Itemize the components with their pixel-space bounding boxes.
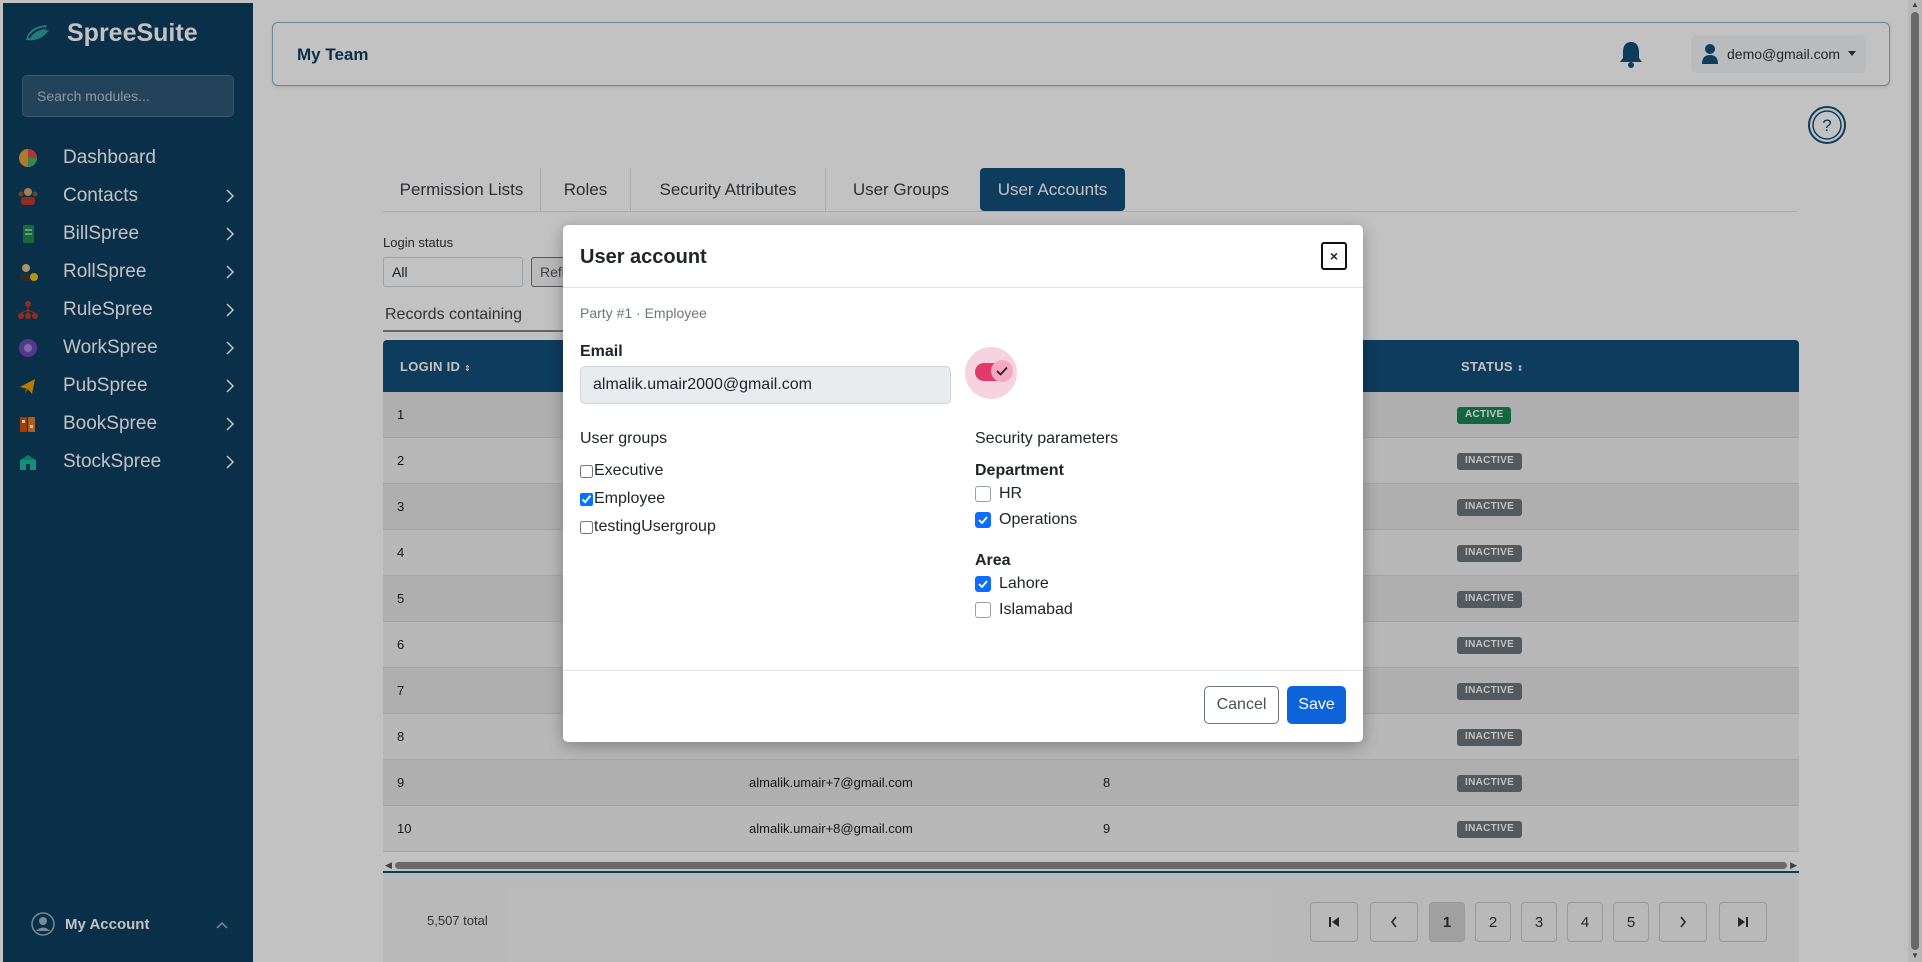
area-checkbox[interactable] (975, 576, 991, 592)
user-group-executive[interactable]: Executive (580, 462, 663, 480)
modal-header: User account × (563, 225, 1363, 288)
area-lahore[interactable]: Lahore (975, 575, 1049, 593)
user-group-label: testingUsergroup (594, 518, 716, 535)
user-group-label: Executive (594, 462, 664, 479)
toggle-knob (991, 360, 1013, 382)
user-group-employee[interactable]: Employee (580, 490, 665, 508)
department-checkbox[interactable] (975, 512, 991, 528)
user-group-checkbox[interactable] (580, 520, 593, 534)
user-account-modal: User account × Party #1 · Employee Email… (563, 225, 1363, 742)
check-icon (996, 366, 1008, 376)
area-islamabad[interactable]: Islamabad (975, 601, 1073, 619)
check-icon (978, 580, 988, 588)
department-hr[interactable]: HR (975, 485, 1022, 503)
party-subtitle: Party #1 · Employee (580, 305, 707, 321)
department-label: Operations (999, 511, 1078, 528)
department-label: HR (999, 485, 1023, 502)
user-group-label: Employee (594, 490, 666, 507)
modal-title: User account (580, 246, 707, 268)
area-checkbox[interactable] (975, 602, 991, 618)
department-operations[interactable]: Operations (975, 511, 1077, 529)
user-group-checkbox[interactable] (580, 464, 593, 478)
area-heading: Area (975, 552, 1011, 569)
department-checkbox[interactable] (975, 486, 991, 502)
modal-footer: Cancel Save (563, 670, 1363, 742)
security-parameters-title: Security parameters (975, 430, 1119, 447)
user-group-checkbox[interactable] (580, 492, 593, 506)
user-groups-title: User groups (580, 430, 668, 447)
area-label: Lahore (999, 575, 1049, 592)
area-label: Islamabad (999, 601, 1073, 618)
cancel-button[interactable]: Cancel (1204, 686, 1279, 724)
email-label: Email (580, 343, 623, 360)
check-icon (978, 516, 988, 524)
close-button[interactable]: × (1321, 242, 1347, 270)
email-field[interactable] (580, 366, 951, 404)
department-heading: Department (975, 462, 1064, 479)
user-group-testingusergroup[interactable]: testingUsergroup (580, 518, 716, 536)
save-button[interactable]: Save (1287, 686, 1346, 724)
active-toggle[interactable] (975, 360, 1013, 382)
